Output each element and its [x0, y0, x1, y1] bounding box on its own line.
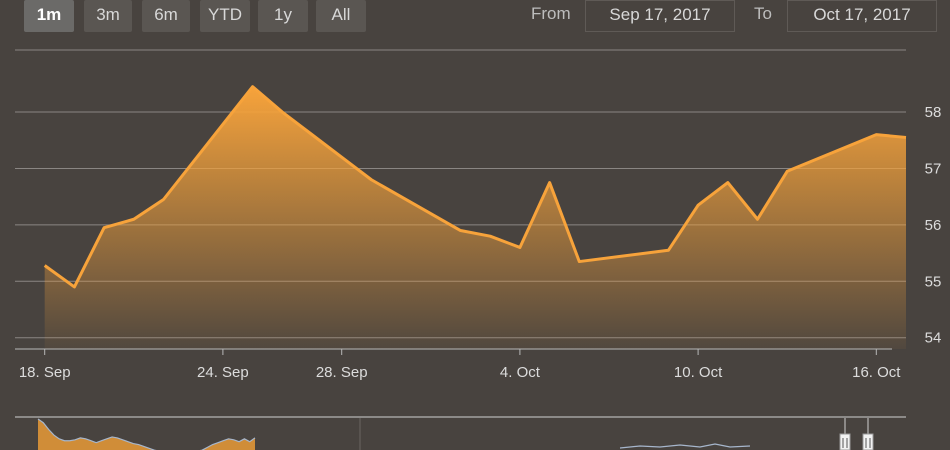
x-tick-label: 18. Sep [19, 364, 71, 381]
y-tick-label: 57 [925, 160, 942, 177]
x-tick-label: 24. Sep [197, 364, 249, 381]
y-tick-label: 56 [925, 217, 942, 234]
y-tick-label: 55 [925, 273, 942, 290]
navigator-line-right [619, 443, 751, 449]
price-chart: 54 55 56 57 58 18. Sep 24. Sep 28. Sep 4. Oct 10… [15, 49, 942, 450]
y-tick-label: 58 [925, 104, 942, 121]
price-area-fill [44, 86, 906, 350]
x-tick-label: 16. Oct [852, 364, 901, 381]
navigator-selected-area [38, 418, 255, 450]
x-tick-label: 4. Oct [500, 364, 541, 381]
price-area [43, 85, 907, 350]
navigator[interactable] [15, 416, 906, 450]
navigator-handle-right[interactable] [862, 433, 874, 450]
stock-chart-widget: 1m 3m 6m YTD 1y All From Sep 17, 2017 To… [0, 0, 950, 450]
axes: 18. Sep 24. Sep 28. Sep 4. Oct 10. Oct 16. Oc… [15, 348, 901, 381]
x-tick-label: 28. Sep [316, 364, 368, 381]
x-tick-label: 10. Oct [674, 364, 723, 381]
navigator-handle-left[interactable] [839, 433, 851, 450]
y-tick-label: 54 [925, 330, 942, 347]
